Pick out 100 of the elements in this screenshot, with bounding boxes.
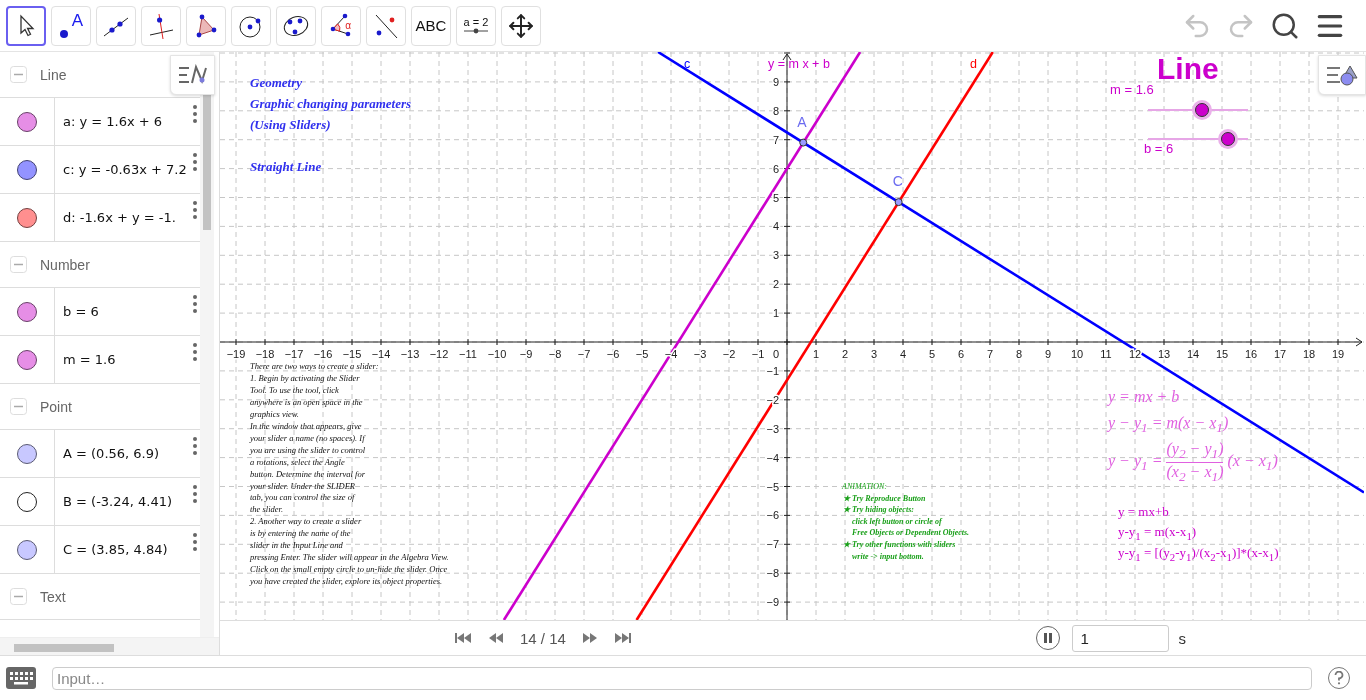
axis-label: −5 — [635, 348, 649, 360]
axis-label: 9 — [772, 75, 779, 88]
axis-label: −8 — [766, 567, 779, 580]
instructions-text: There are two ways to create a slider: 1. Begin by activating the Slider Tool. To use the tool, click anywhere is an open space in the graphics view. In the window that appears, give your slider a name (no spaces). If you are using the slider to control a rotations, select the Angle button. Determine the interval for your slider. Under the SLIDER tab, you can control the size of the slider. 2. Another way to create a slider is by entering the name of the slider in the Input Line and pressing Enter. The slider will appear in the Algebra View. Click on the small empty circle to un-hide the slider. Once you have created the slider, explore its object properties. — [250, 361, 449, 589]
slider-label: b = 6 — [1144, 141, 1174, 156]
axis-label: −8 — [548, 348, 562, 360]
more-icon[interactable] — [192, 532, 198, 552]
pause-button[interactable] — [1035, 626, 1060, 650]
algebra-entry[interactable]: m = 1.6 — [63, 352, 116, 367]
visibility-toggle[interactable] — [17, 491, 37, 512]
move-tool-button[interactable] — [6, 5, 46, 46]
text-tool-button[interactable]: ABC — [411, 5, 451, 46]
graph-title-text: Graphic changing parameters — [250, 96, 412, 112]
graph-line[interactable] — [657, 52, 1364, 494]
step-counter: 14 / 14 — [520, 629, 566, 647]
algebra-entry[interactable]: d: -1.6x + y = -1. — [63, 210, 176, 225]
graphics-view[interactable] — [220, 52, 1366, 620]
more-icon[interactable] — [192, 152, 198, 172]
axis-label: 4 — [772, 220, 779, 233]
axis-label: 6 — [772, 162, 779, 175]
axis-label: 9 — [1044, 348, 1052, 360]
formula-text: y − y$_{1}$ = — [1108, 451, 1163, 474]
perpendicular-icon — [147, 11, 175, 40]
fraction-numerator: (y$_{2}$ − y$_{1}$) — [1166, 440, 1224, 463]
algebra-entry[interactable]: b = 6 — [63, 304, 99, 319]
algebra-entry[interactable]: c: y = -0.63x + 7.2 — [63, 162, 187, 177]
input-field[interactable]: Input… — [52, 666, 1312, 690]
reflect-tool-button[interactable] — [366, 5, 406, 46]
visibility-toggle[interactable] — [17, 111, 37, 132]
keyboard-icon[interactable] — [6, 667, 36, 689]
point-tool-button[interactable]: A — [51, 5, 91, 46]
axis-label: 1 — [772, 307, 779, 320]
more-icon[interactable] — [192, 294, 198, 314]
graph-title-text: Geometry — [250, 75, 302, 91]
more-icon[interactable] — [192, 436, 198, 456]
axis-label: −2 — [722, 348, 736, 360]
speed-field[interactable]: 1 — [1071, 624, 1169, 652]
scrollbar[interactable] — [0, 637, 219, 655]
visibility-toggle[interactable] — [17, 159, 37, 180]
polygon-tool-button[interactable] — [186, 5, 226, 46]
perpendicular-tool-button[interactable] — [141, 5, 181, 46]
visibility-toggle[interactable] — [17, 207, 37, 228]
help-button[interactable] — [1328, 667, 1350, 689]
conic-tool-button[interactable] — [276, 5, 316, 46]
graphics-style-button[interactable] — [1318, 55, 1366, 95]
axis-label: −6 — [606, 348, 620, 360]
visibility-toggle[interactable] — [17, 349, 37, 370]
visibility-toggle[interactable] — [17, 301, 37, 322]
fraction-denominator: (x$_{2}$ − x$_{1}$) — [1166, 463, 1224, 486]
more-icon[interactable] — [192, 342, 198, 362]
line-label: c — [684, 57, 691, 71]
axis-label: −9 — [519, 348, 533, 360]
axis-label: 10 — [1070, 348, 1084, 360]
more-icon[interactable] — [192, 200, 198, 220]
axis-label: −14 — [371, 348, 391, 360]
algebra-entry[interactable]: C = (3.85, 4.84) — [63, 542, 168, 557]
list-graph-icon — [176, 64, 209, 86]
skip-back-icon — [454, 631, 472, 645]
slider-tool-button[interactable]: a = 2 — [456, 5, 496, 46]
line-label: y = m x + b — [768, 57, 830, 71]
slider-icon — [463, 28, 489, 34]
line-tool-button[interactable] — [96, 5, 136, 46]
pan-tool-button[interactable] — [501, 5, 541, 46]
axis-label: −17 — [284, 348, 304, 360]
graph-line[interactable] — [635, 52, 994, 620]
axis-label: 1 — [812, 348, 820, 360]
more-icon[interactable] — [192, 104, 198, 124]
axis-label: 6 — [957, 348, 965, 360]
algebra-entry[interactable]: A = (0.56, 6.9) — [63, 446, 160, 461]
axis-label: 3 — [870, 348, 878, 360]
axis-label: −1 — [751, 348, 765, 360]
pause-icon — [1042, 633, 1053, 643]
algebra-style-button[interactable] — [170, 55, 215, 95]
point-label: C — [892, 173, 903, 190]
more-icon[interactable] — [192, 484, 198, 504]
graph-point[interactable] — [894, 198, 903, 207]
circle-tool-button[interactable] — [231, 5, 271, 46]
slider-thumb[interactable] — [1195, 103, 1209, 117]
scrollbar[interactable] — [200, 52, 214, 637]
point-label: A — [797, 113, 807, 130]
axis-label: 3 — [772, 249, 779, 262]
axis-label: −7 — [766, 538, 779, 551]
visibility-toggle[interactable] — [17, 443, 37, 464]
algebra-entry[interactable]: B = (-3.24, 4.41) — [63, 494, 173, 509]
graph-point[interactable] — [799, 138, 808, 147]
group-title: Text — [40, 588, 66, 605]
shapes-icon — [1326, 64, 1358, 86]
axis-label: 2 — [772, 278, 779, 291]
axis-label: 16 — [1244, 348, 1258, 360]
slider-thumb[interactable] — [1221, 132, 1235, 146]
axis-label: 8 — [772, 104, 779, 117]
formula-text: y-y$_{1}$ = [(y$_{2}$-y$_{1}$)/(x$_{2}$-x$_{1}$)]*(x-x$_{1}$) — [1118, 545, 1279, 563]
angle-tool-button[interactable]: α — [321, 5, 361, 46]
formula-text: y-y$_{1}$ = m(x-x$_{1}$) — [1118, 524, 1197, 542]
visibility-toggle[interactable] — [17, 539, 37, 560]
axis-label: 7 — [772, 133, 779, 146]
skip-forward-icon — [613, 631, 632, 645]
algebra-entry[interactable]: a: y = 1.6x + 6 — [63, 114, 163, 129]
help-icon — [1334, 671, 1344, 685]
formula-text: y = mx + b — [1108, 388, 1180, 406]
